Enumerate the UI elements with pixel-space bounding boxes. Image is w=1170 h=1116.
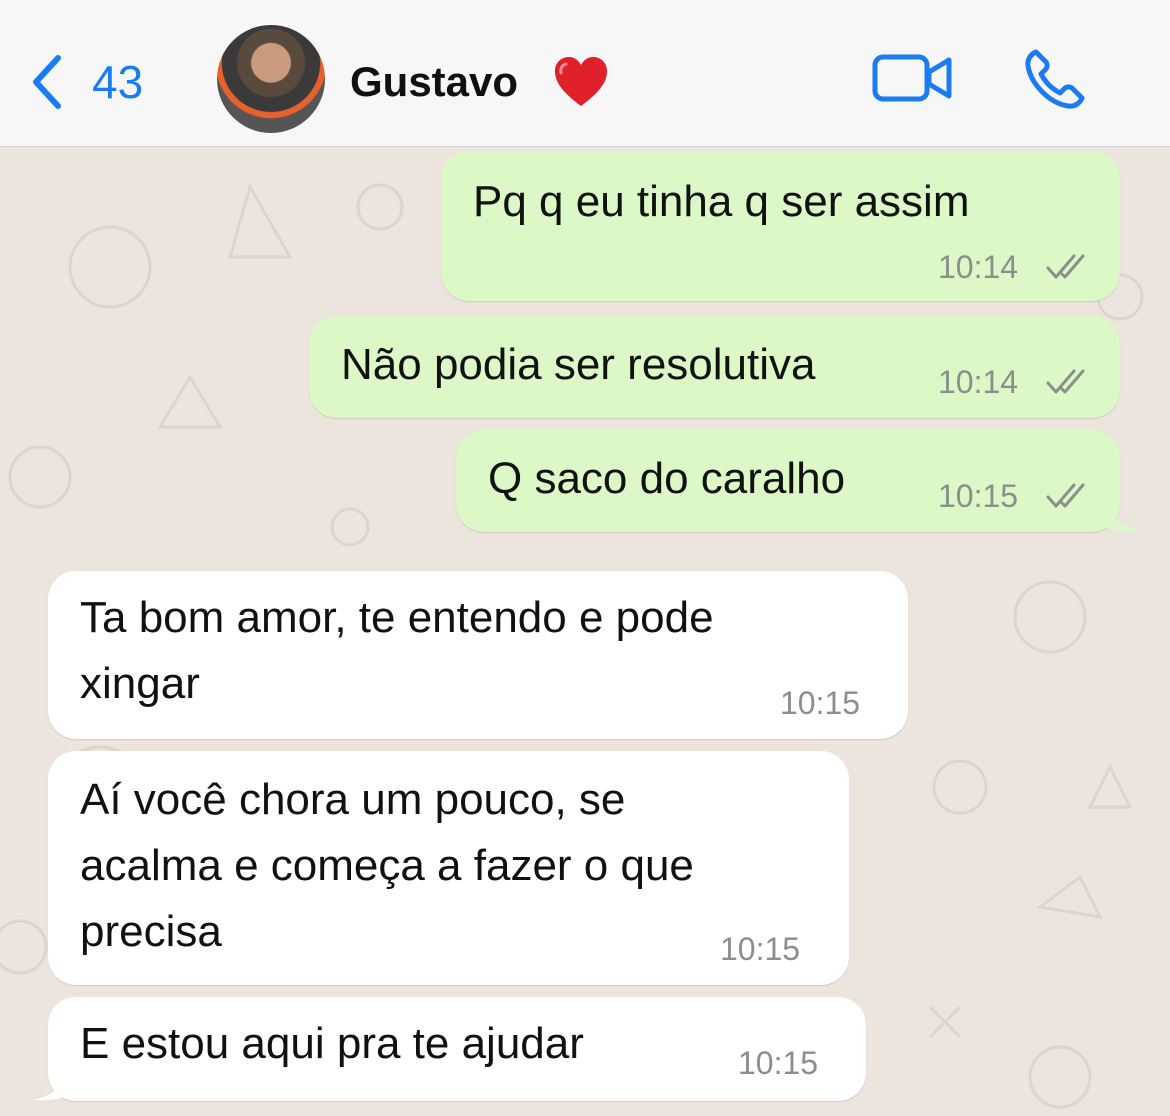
message-time: 10:15 [738, 1045, 819, 1081]
message-time: 10:15 [938, 478, 1019, 514]
message-bubble-incoming[interactable]: Aí você chora um pouco, se acalma e come… [48, 751, 849, 985]
contact-name[interactable]: Gustavo [350, 52, 518, 112]
message-text: E estou aqui pra te ajudar [80, 1019, 584, 1068]
message-text: Pq q eu tinha q ser assim [473, 177, 970, 226]
message-text: precisa [80, 907, 222, 956]
message-text: Ta bom amor, te entendo e pode [80, 593, 714, 642]
message-text: Aí você chora um pouco, se [80, 775, 626, 824]
read-ticks-icon [1046, 483, 1085, 508]
message-bubble-incoming[interactable]: E estou aqui pra te ajudar 10:15 [48, 997, 866, 1101]
read-ticks-icon [1046, 254, 1085, 279]
message-text: xingar [80, 659, 200, 708]
message-bubble-outgoing[interactable]: Não podia ser resolutiva 10:14 [309, 316, 1120, 418]
message-list[interactable]: Pq q eu tinha q ser assim 10:14 Não podi… [0, 147, 1170, 1116]
back-chevron-icon[interactable] [28, 52, 64, 112]
chat-header: 43 Gustavo [0, 0, 1170, 147]
avatar[interactable] [217, 25, 325, 133]
message-time: 10:15 [720, 931, 801, 967]
message-time: 10:14 [938, 364, 1019, 400]
heart-icon [555, 57, 607, 106]
message-text: Não podia ser resolutiva [341, 340, 816, 389]
message-time: 10:15 [780, 685, 861, 721]
video-call-icon[interactable] [872, 52, 954, 104]
message-text: Q saco do caralho [488, 454, 846, 503]
message-bubble-outgoing[interactable]: Pq q eu tinha q ser assim 10:14 [441, 151, 1120, 301]
bubble-tail [32, 1071, 70, 1101]
bubble-tail [1104, 502, 1142, 532]
message-time: 10:14 [938, 249, 1019, 285]
message-bubble-incoming[interactable]: Ta bom amor, te entendo e pode xingar 10… [48, 571, 908, 739]
message-text: acalma e começa a fazer o que [80, 841, 694, 890]
read-ticks-icon [1046, 369, 1085, 394]
message-bubble-outgoing[interactable]: Q saco do caralho 10:15 [456, 430, 1120, 532]
voice-call-icon[interactable] [1022, 46, 1088, 112]
back-unread-count[interactable]: 43 [92, 52, 143, 112]
